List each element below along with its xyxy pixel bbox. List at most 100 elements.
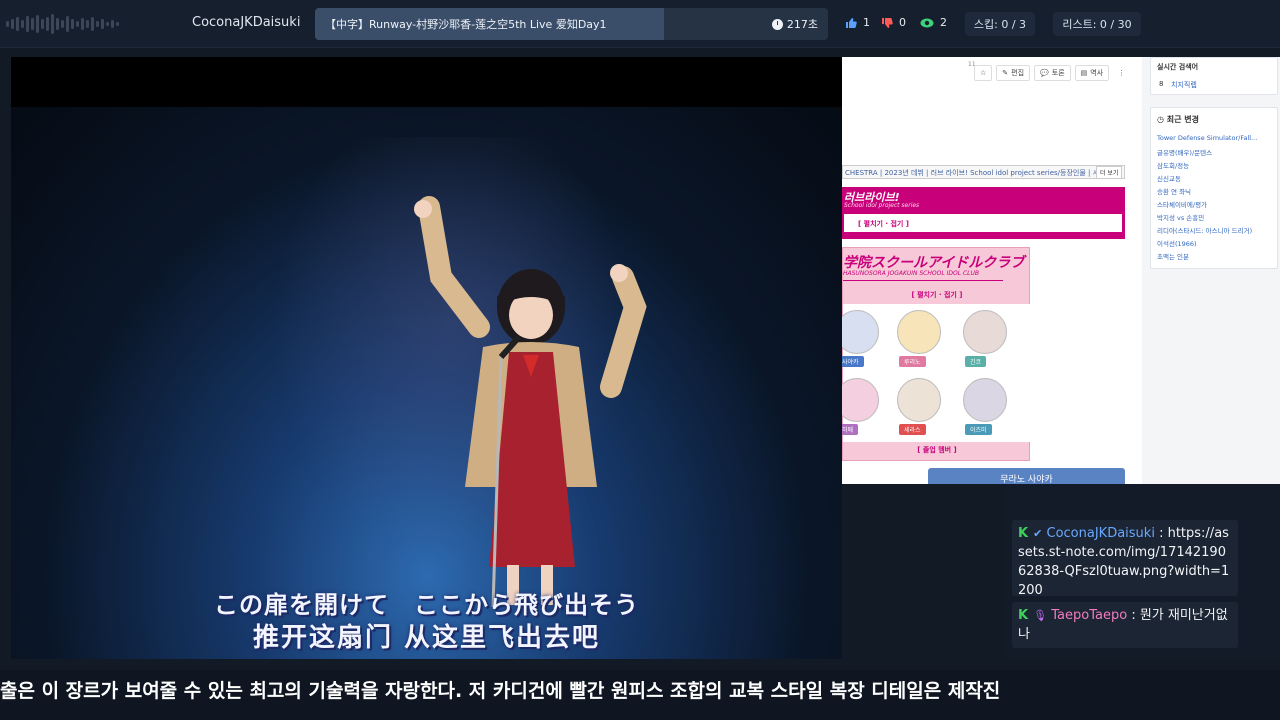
- now-playing-title: 【中字】Runway-村野沙耶香-莲之空5th Live 爱知Day1: [325, 18, 607, 31]
- history-button[interactable]: ▤ 역사: [1074, 65, 1110, 81]
- graduated-members-toggle[interactable]: [ 졸업 멤버 ]: [843, 445, 1031, 455]
- recent-change-item[interactable]: 박지성 vs 손흥민: [1157, 212, 1275, 225]
- subtitle-chinese: 推开这扇门 从这里飞出去吧: [252, 623, 601, 653]
- microphone-icon: 🎙: [1033, 609, 1048, 622]
- audio-waveform-logo: [0, 12, 150, 36]
- recent-change-item[interactable]: 초맥는 인분: [1157, 251, 1275, 264]
- now-playing-seconds: 217초: [786, 18, 818, 31]
- realtime-search-title: 실시간 검색어: [1157, 63, 1199, 71]
- like-button[interactable]: 1: [845, 16, 870, 29]
- history-icon: ▤: [1080, 69, 1088, 77]
- member-card[interactable]: 이즈미: [957, 378, 1007, 442]
- now-playing-bar[interactable]: 【中字】Runway-村野沙耶香-莲之空5th Live 爱知Day1 217초: [315, 8, 828, 40]
- club-member-grid: 사야카 루리노 긴코 히메 세라스 이즈미: [842, 304, 1031, 442]
- realtime-search-item[interactable]: 치지직렙: [1171, 80, 1197, 90]
- wiki-sidebar: 실시간 검색어 8 치지직렙 ◷ 최근 변경 Tower Defense Sim…: [1144, 57, 1280, 484]
- caption-text: 출은 이 장르가 보여줄 수 있는 최고의 기술력을 자랑한다. 저 카디건에 …: [0, 680, 1001, 702]
- character-link-button[interactable]: 무라노 사야카: [928, 468, 1125, 484]
- edit-button[interactable]: ✎ 편집: [996, 65, 1031, 81]
- member-card[interactable]: 사야카: [842, 310, 879, 374]
- recent-changes-list: Tower Defense Simulator/Fall... 글유명(배우)/문…: [1157, 134, 1275, 264]
- member-card[interactable]: 루리노: [891, 310, 941, 374]
- more-categories-button[interactable]: 더 보기: [1096, 166, 1123, 179]
- recent-change-item[interactable]: 승환 연 좌닉: [1157, 186, 1275, 199]
- member-avatar: [842, 310, 879, 354]
- member-avatar: [842, 378, 879, 422]
- star-icon: ☆: [980, 69, 987, 77]
- member-name: 히메: [842, 424, 859, 435]
- member-card[interactable]: 긴코: [957, 310, 1007, 374]
- wiki-screenshot-overlay: 11 ☆ ✎ 편집 💬 토론 ▤ 역사 ⋮ CHESTRA | 2023년 데뷔 | …: [842, 57, 1280, 484]
- recent-changes-label: 최근 변경: [1166, 115, 1199, 124]
- stage-scene: [11, 107, 842, 659]
- member-name: 긴코: [965, 356, 987, 367]
- scrolling-caption: 출은 이 장르가 보여줄 수 있는 최고의 기술력을 자랑한다. 저 카디건에 …: [0, 670, 1280, 720]
- list-counter[interactable]: 리스트: 0 / 30: [1053, 12, 1141, 36]
- club-fold-toggle[interactable]: [ 펼치기 · 접기 ]: [843, 290, 1031, 300]
- realtime-rank: 8: [1159, 80, 1164, 88]
- chat-icon: 💬: [1040, 69, 1049, 77]
- member-name: 루리노: [899, 356, 926, 367]
- club-divider: [843, 280, 1003, 281]
- viewer-count: 2: [920, 16, 947, 29]
- member-card[interactable]: 세라스: [891, 378, 941, 442]
- clock-icon: ◷: [1157, 115, 1167, 124]
- subtitle-japanese: この扉を開けて ここから飛び出そう: [214, 591, 639, 619]
- k-badge-icon: K: [1018, 608, 1029, 623]
- school-idol-club-box: 学院スクールアイドルクラブ HASUNOSORA JOGAKUIN SCHOOL…: [842, 247, 1031, 461]
- chat-message: K 🎙 TaepoTaepo : 뭔가 재미난거없나: [1012, 602, 1238, 648]
- member-avatar: [897, 378, 941, 422]
- edit-label: 편집: [1011, 69, 1025, 77]
- more-vertical-icon: ⋮: [1118, 69, 1126, 77]
- eye-icon: [920, 18, 934, 27]
- breadcrumb-text: CHESTRA | 2023년 데뷔 | 러브 라이브! School idol…: [845, 169, 1100, 177]
- recent-change-item[interactable]: 리디아(스타시드: 아스니아 드리거): [1157, 225, 1275, 238]
- recent-changes-title: ◷ 최근 변경: [1157, 114, 1199, 125]
- now-playing-time: 217초: [771, 16, 818, 32]
- lovelive-banner: 러브라이브! School idol project series [ 펼치기 …: [842, 187, 1125, 239]
- recent-change-item[interactable]: 신신교동: [1157, 173, 1275, 186]
- banner-fold-toggle[interactable]: [ 펼치기 · 접기 ]: [844, 214, 1122, 232]
- discuss-label: 토론: [1051, 69, 1065, 77]
- chat-separator: :: [1131, 608, 1140, 623]
- wiki-category-breadcrumb[interactable]: CHESTRA | 2023년 데뷔 | 러브 라이브! School idol…: [842, 165, 1125, 179]
- recent-changes-card: ◷ 최근 변경 Tower Defense Simulator/Fall... 글…: [1150, 107, 1278, 269]
- chat-panel: K ✔ CoconaJKDaisuki : https://assets.st-…: [1006, 484, 1280, 658]
- thumbs-down-icon: [882, 17, 893, 28]
- recent-change-item[interactable]: 글유명(배우)/문텐스: [1157, 147, 1275, 160]
- verified-icon: ✔: [1033, 527, 1043, 540]
- wiki-main-column: 11 ☆ ✎ 편집 💬 토론 ▤ 역사 ⋮ CHESTRA | 2023년 데뷔 | …: [842, 57, 1142, 484]
- discuss-button[interactable]: 💬 토론: [1034, 65, 1071, 81]
- club-logo-text: 学院スクールアイドルクラブ: [843, 255, 1025, 271]
- skip-counter[interactable]: 스킵: 0 / 3: [965, 12, 1035, 36]
- video-player[interactable]: この扉を開けて ここから飛び出そう 推开这扇门 从这里飞出去吧: [11, 57, 842, 659]
- streamer-name[interactable]: CoconaJKDaisuki: [192, 15, 300, 30]
- clock-icon: [771, 18, 783, 30]
- dislike-count: 0: [899, 16, 906, 29]
- dislike-button[interactable]: 0: [881, 16, 906, 29]
- chat-username[interactable]: TaepoTaepo: [1051, 608, 1127, 623]
- wiki-toolbar: ☆ ✎ 편집 💬 토론 ▤ 역사 ⋮: [974, 65, 1131, 81]
- chat-username[interactable]: CoconaJKDaisuki: [1047, 526, 1155, 541]
- like-count: 1: [863, 16, 870, 29]
- member-avatar: [897, 310, 941, 354]
- star-button[interactable]: ☆: [974, 65, 993, 81]
- recent-change-item[interactable]: 삼도회/정능: [1157, 160, 1275, 173]
- viewer-count-value: 2: [940, 16, 947, 29]
- recent-change-item[interactable]: Tower Defense Simulator/Fall...: [1157, 134, 1275, 147]
- more-menu-button[interactable]: ⋮: [1113, 65, 1131, 81]
- member-name: 이즈미: [965, 424, 992, 435]
- chat-message: K ✔ CoconaJKDaisuki : https://assets.st-…: [1012, 520, 1238, 598]
- recent-change-item[interactable]: 스타체이비에/평가: [1157, 199, 1275, 212]
- recent-change-item[interactable]: 이석선(1966): [1157, 238, 1275, 251]
- chat-separator: :: [1159, 526, 1168, 541]
- performer-figure: [414, 196, 647, 607]
- edit-icon: ✎: [1002, 69, 1009, 77]
- club-subtitle: HASUNOSORA JOGAKUIN SCHOOL IDOL CLUB: [843, 270, 979, 277]
- thumbs-up-icon: [846, 17, 857, 28]
- member-avatar: [963, 310, 1007, 354]
- member-card[interactable]: 히메: [842, 378, 879, 442]
- banner-subtitle: School idol project series: [844, 202, 920, 209]
- member-name: 사야카: [842, 356, 864, 367]
- history-label: 역사: [1090, 69, 1104, 77]
